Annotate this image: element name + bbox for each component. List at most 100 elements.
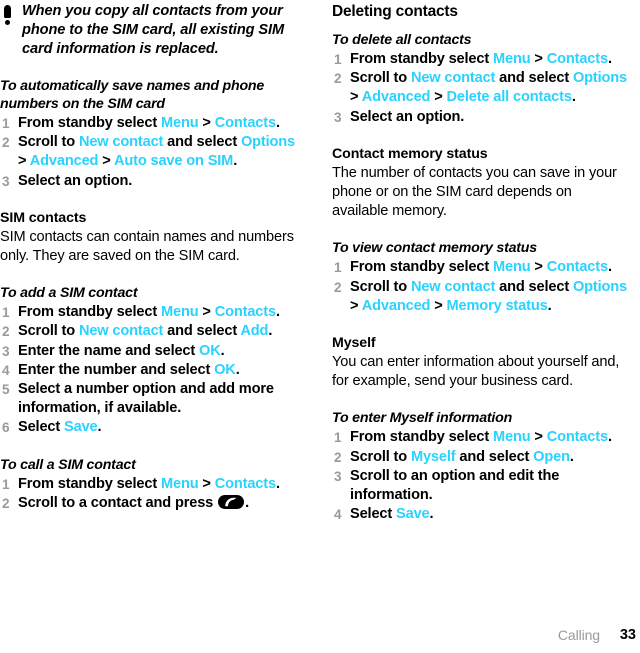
ui-reference: Menu — [160, 304, 199, 321]
step-text: . — [429, 506, 434, 523]
step-text: and select — [163, 134, 241, 151]
step-number: 1 — [334, 52, 342, 67]
ui-reference: New contact — [78, 134, 164, 151]
step-text: From standby select — [18, 475, 161, 492]
step-text: > — [530, 259, 547, 276]
ui-reference: Contacts — [214, 115, 276, 131]
step-text: > — [198, 304, 215, 321]
note-text: When you copy all contacts from your pho… — [22, 3, 285, 57]
step-text: . — [245, 494, 249, 511]
ui-reference: Save — [396, 506, 430, 523]
ui-reference: New contact — [410, 70, 496, 87]
step-text: Enter the number and select — [18, 361, 215, 378]
step-number: 1 — [334, 260, 342, 276]
procedure-heading-add-sim-contact: To add a SIM contact — [0, 285, 138, 302]
body-sim-contacts: SIM contacts can contain names and numbe… — [0, 228, 294, 265]
step-number: 3 — [2, 173, 10, 189]
step-text: . — [233, 153, 238, 170]
ui-reference: Menu — [492, 429, 531, 446]
step-text: From standby select — [350, 259, 493, 276]
procedure-step: 3 Enter the name and select OK. — [0, 342, 304, 361]
ui-reference: Menu — [160, 115, 199, 131]
step-number: 2 — [2, 135, 10, 151]
step-text: From standby select — [18, 304, 161, 321]
step-text: and select — [163, 323, 241, 340]
ui-reference: Contacts — [546, 429, 608, 446]
procedure-heading-delete-all-contacts: To delete all contacts — [332, 32, 472, 48]
ui-reference: OK — [199, 342, 221, 359]
step-text: > — [530, 51, 547, 67]
ui-reference: Contacts — [546, 259, 608, 276]
step-text: From standby select — [350, 429, 493, 446]
step-text: Select an option. — [18, 172, 133, 189]
ui-reference: New contact — [410, 278, 496, 295]
step-text: . — [569, 448, 574, 465]
step-text: . — [571, 89, 576, 106]
step-text: Scroll to — [18, 134, 79, 151]
step-text: . — [547, 297, 552, 314]
procedure-step: 5 Select a number option and add more inf… — [0, 380, 304, 418]
step-text: Select — [350, 506, 397, 523]
ui-reference: Myself — [410, 448, 456, 465]
step-text: Enter the name and select — [18, 342, 200, 359]
step-number: 6 — [2, 420, 10, 436]
step-text: Scroll to — [350, 70, 411, 87]
ui-reference: Advanced — [361, 297, 431, 314]
step-number: 1 — [2, 476, 10, 492]
step-text: > — [350, 89, 362, 106]
procedure-step: 3 Select an option. — [0, 172, 304, 191]
step-text: > — [430, 89, 447, 106]
step-text: . — [220, 342, 225, 359]
step-text: . — [607, 51, 612, 67]
step-number: 2 — [2, 495, 10, 511]
footer-chapter-name: Calling — [557, 627, 600, 643]
procedure-step: 1 From standby select Menu > Contacts. — [332, 428, 630, 447]
procedure-step: 1 From standby select Menu > Contacts. — [0, 475, 304, 494]
procedure-step: 2 Scroll to New contact and select Option… — [332, 69, 630, 107]
step-text: > — [198, 475, 215, 492]
ui-reference: Add — [240, 323, 269, 340]
ui-reference: Save — [64, 419, 98, 436]
steps-delete-all-contacts: 1 From standby select Menu > Contacts. 2 Sc… — [332, 50, 630, 127]
step-number: 1 — [2, 305, 10, 321]
procedure-heading-view-memory-status: To view contact memory status — [332, 240, 537, 257]
procedure-step: 1 From standby select Menu > Contacts. — [0, 114, 304, 133]
step-number: 2 — [334, 449, 342, 465]
subheading-myself: Myself — [332, 335, 376, 352]
body-contact-memory-status: The number of contacts you can save in y… — [332, 164, 617, 220]
step-number: 3 — [2, 343, 10, 359]
ui-reference: Auto save on SIM — [113, 153, 234, 170]
step-text: Scroll to — [350, 448, 411, 465]
step-number: 4 — [2, 362, 10, 378]
step-text: and select — [455, 448, 534, 465]
procedure-step: 2 Scroll to New contact and select Option… — [332, 278, 630, 316]
ui-reference: Options — [240, 134, 296, 151]
procedure-step: 4 Enter the number and select OK. — [0, 361, 304, 380]
step-text: Scroll to — [18, 323, 79, 340]
step-text: . — [235, 361, 240, 378]
ui-reference: Contacts — [546, 51, 608, 67]
procedure-step: 3 Select an option. — [332, 108, 630, 127]
step-text: > — [198, 115, 215, 131]
steps-view-memory-status: 1 From standby select Menu > Contacts. 2 Sc… — [332, 258, 630, 316]
ui-reference: Menu — [492, 51, 531, 67]
footer-page-number: 33 — [619, 627, 636, 643]
step-number: 2 — [2, 324, 10, 340]
step-text: . — [275, 475, 280, 492]
ui-reference: Advanced — [29, 153, 99, 170]
steps-enter-myself-information: 1 From standby select Menu > Contacts. 2 Sc… — [332, 428, 630, 524]
step-text: . — [275, 115, 280, 131]
procedure-step: 2 Scroll to New contact and select Option… — [0, 133, 304, 171]
body-myself: You can enter information about yourself… — [332, 354, 620, 390]
step-text: . — [275, 304, 280, 321]
step-number: 3 — [334, 468, 342, 484]
left-column: When you copy all contacts from your pho… — [0, 0, 320, 524]
procedure-step: 6 Select Save. — [0, 418, 304, 437]
ui-reference: New contact — [78, 323, 164, 340]
procedure-heading-call-sim-contact: To call a SIM contact — [0, 456, 136, 473]
step-text: Scroll to an option and edit the informa… — [350, 467, 560, 504]
step-number: 2 — [334, 279, 342, 295]
manual-page: When you copy all contacts from your pho… — [0, 0, 640, 653]
procedure-step: 3 Scroll to an option and edit the inform… — [332, 467, 630, 505]
step-text: Scroll to a contact and press — [18, 494, 218, 511]
